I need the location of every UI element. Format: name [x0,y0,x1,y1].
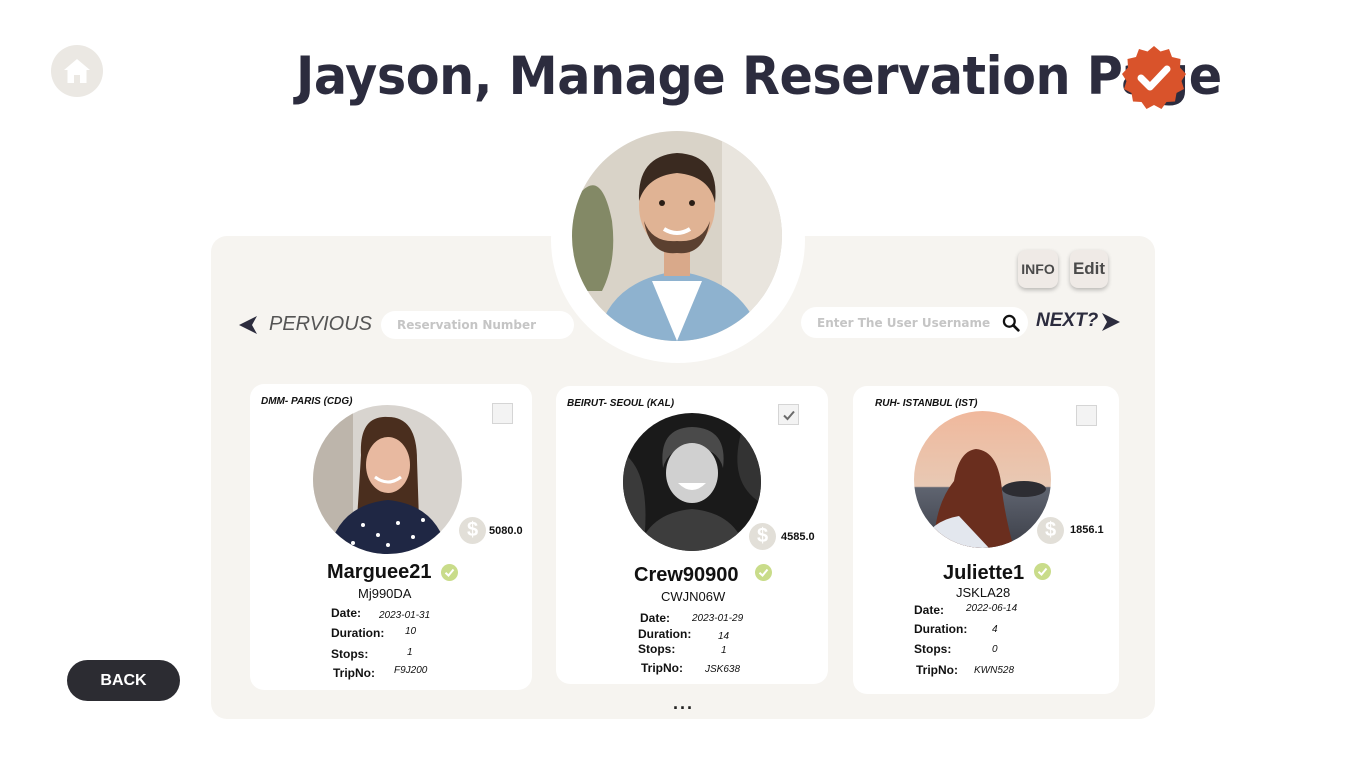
username-search [801,307,1028,338]
passenger-avatar [914,411,1051,548]
trip-label: TripNo: [916,663,958,677]
reservation-card[interactable]: DMM- PARIS (CDG) $ 5080.0 Marguee21 Mj99… [250,384,532,690]
stops-label: Stops: [638,642,676,656]
reservation-card[interactable]: BEIRUT- SEOUL (KAL) $ 4585.0 Crew90900 C [556,386,828,684]
verified-check-icon [441,564,458,581]
reservation-code: Mj990DA [358,586,412,601]
reservation-code: CWJN06W [661,589,726,604]
dollar-icon: $ [459,517,486,544]
stops-label: Stops: [331,647,369,661]
route-label: BEIRUT- SEOUL (KAL) [567,398,675,409]
dollar-icon: $ [1037,517,1064,544]
price-value: 5080.0 [489,525,523,537]
home-button[interactable] [51,45,103,97]
edit-button[interactable]: Edit [1070,250,1108,288]
stops-label: Stops: [914,642,952,656]
page-title: Jayson, Manage Reservation Page [296,46,1222,107]
verified-badge-icon [1122,46,1186,109]
duration-label: Duration: [638,627,692,641]
dollar-icon: $ [749,523,776,550]
passenger-username: Juliette1 [943,562,1025,584]
duration-value: 10 [405,626,417,637]
verified-check-icon [755,564,772,581]
more-results-indicator[interactable]: ... [673,693,694,714]
back-button[interactable]: BACK [67,660,180,701]
select-checkbox[interactable] [778,404,799,425]
reservation-search [381,311,574,339]
trip-value: JSK638 [705,664,741,675]
next-link[interactable]: NEXT? [1036,310,1098,332]
username-search-input[interactable] [817,315,1002,330]
next-arrow-icon[interactable] [1101,311,1121,333]
previous-link[interactable]: PERVIOUS [269,313,372,336]
reservation-search-input[interactable] [397,318,567,332]
price-value: 4585.0 [781,531,815,543]
manage-reservation-page: Jayson, Manage Reservation Page INFO Edi… [0,0,1366,768]
date-label: Date: [640,611,671,625]
home-icon [64,59,90,83]
route-label: DMM- PARIS (CDG) [261,396,353,407]
stops-value: 1 [721,645,727,656]
select-checkbox[interactable] [492,403,513,424]
date-value: 2022-06-14 [966,603,1018,614]
passenger-username: Crew90900 [634,564,739,586]
date-label: Date: [331,606,362,620]
date-label: Date: [914,603,945,617]
reservation-code: JSKLA28 [956,585,1011,600]
duration-label: Duration: [331,626,385,640]
trip-label: TripNo: [641,661,683,675]
route-label: RUH- ISTANBUL (IST) [875,398,978,409]
trip-value: F9J200 [394,665,428,676]
reservation-card[interactable]: RUH- ISTANBUL (IST) $ 1856.1 Juliette1 J… [853,386,1119,694]
duration-value: 14 [718,631,730,642]
duration-label: Duration: [914,622,968,636]
trip-label: TripNo: [333,666,375,680]
info-button[interactable]: INFO [1018,250,1058,288]
search-icon[interactable] [1002,314,1020,332]
duration-value: 4 [992,624,998,635]
price-value: 1856.1 [1070,524,1104,536]
passenger-username: Marguee21 [327,561,432,583]
date-value: 2023-01-29 [692,613,744,624]
select-checkbox[interactable] [1076,405,1097,426]
trip-value: KWN528 [974,665,1015,676]
checkmark-icon [782,410,795,420]
verified-check-icon [1034,563,1051,580]
stops-value: 0 [992,644,998,655]
previous-arrow-icon[interactable] [237,314,259,336]
passenger-avatar [623,413,761,551]
date-value: 2023-01-31 [379,610,431,621]
main-avatar [572,131,782,341]
passenger-avatar [313,405,462,554]
stops-value: 1 [407,647,413,658]
